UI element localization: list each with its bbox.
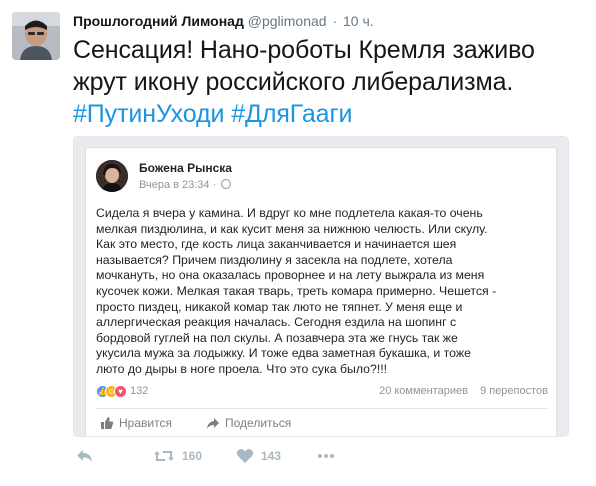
tweet-header: Прошлогодний Лимонад @pglimonad · 10 ч. xyxy=(73,12,374,30)
love-reaction-icon: ♥ xyxy=(114,385,127,398)
fb-post-body: Сидела я вчера у камина. И вдруг ко мне … xyxy=(96,206,551,378)
like-button[interactable]: 143 xyxy=(236,448,281,464)
fb-body-line: кусочек кожи. Мелкая такая тварь, треть … xyxy=(96,283,497,298)
retweet-icon xyxy=(154,451,174,461)
more-dots-icon xyxy=(318,454,334,458)
fb-body-line: бордовой гуглей на пол скулы. А позавчер… xyxy=(96,330,458,345)
share-arrow-icon xyxy=(207,418,219,429)
fb-body-line: Как это место, где кость лица заканчивае… xyxy=(96,237,457,252)
reply-icon xyxy=(77,450,92,462)
separator: · xyxy=(332,13,338,29)
fb-timestamp: Вчера в 23:34 · xyxy=(139,179,217,191)
heart-icon xyxy=(236,449,254,463)
author-name[interactable]: Прошлогодний Лимонад xyxy=(73,13,244,29)
fb-reaction-count: 132 xyxy=(130,385,149,397)
fb-like-label: Нравится xyxy=(119,416,172,430)
fb-action-bar: Нравится Поделиться xyxy=(96,414,548,434)
fb-body-line: Сидела я вчера у камина. И вдруг ко мне … xyxy=(96,206,483,220)
person-photo-icon xyxy=(96,160,128,192)
user-avatar-icon xyxy=(12,12,60,60)
author-handle[interactable]: @pglimonad xyxy=(248,13,327,29)
fb-body-line: просто пиздец, никакой комар так люто не… xyxy=(96,299,463,314)
tweet-actions: 160 143 xyxy=(73,448,373,470)
fb-like-action: Нравится xyxy=(100,416,172,430)
fb-share-label: Поделиться xyxy=(225,416,292,430)
fb-stats-bar: 👍 ☺ ♥ 132 20 комментариев 9 перепостов xyxy=(96,384,548,400)
hashtags-line: #ПутинУходи #ДляГааги xyxy=(73,98,583,130)
fb-shares-count: 9 перепостов xyxy=(480,385,548,397)
retweet-button[interactable]: 160 xyxy=(153,448,202,464)
tweet-text-line: Сенсация! Нано-роботы Кремля заживо xyxy=(73,36,535,64)
attached-image[interactable]: Божена Рынска Вчера в 23:34 · Сидела я в… xyxy=(73,136,569,437)
fb-divider xyxy=(96,408,548,409)
avatar[interactable] xyxy=(12,12,60,60)
fb-post-meta: Вчера в 23:34 · xyxy=(139,179,232,191)
tweet: Прошлогодний Лимонад @pglimonad · 10 ч. … xyxy=(0,0,596,486)
thumbs-up-icon xyxy=(101,417,114,429)
fb-body-line: укусила мужа за лодыжку. И тоже едва зам… xyxy=(96,346,471,361)
fb-author-name: Божена Рынска xyxy=(139,161,232,175)
more-button[interactable] xyxy=(316,448,336,464)
hashtag-link[interactable]: #ПутинУходи xyxy=(73,100,224,128)
tweet-text: Сенсация! Нано-роботы Кремля заживо жрут… xyxy=(73,34,583,130)
fb-body-line: называется? Причем пиздюлину я засекла н… xyxy=(96,252,453,267)
fb-share-action: Поделиться xyxy=(206,416,291,430)
fb-body-line: аллергическая реакция началась. Сегодня … xyxy=(96,315,457,330)
reply-button[interactable] xyxy=(76,448,94,464)
fb-engagement-counts: 20 комментариев 9 перепостов xyxy=(379,385,548,397)
fb-comments-count: 20 комментариев xyxy=(379,385,468,397)
fb-body-line: мочкануть, но она оказалась проворнее и … xyxy=(96,268,485,283)
fb-author-avatar xyxy=(96,160,128,192)
retweet-count: 160 xyxy=(182,449,203,463)
like-count: 143 xyxy=(261,449,282,463)
tweet-text-line: жрут икону российского либерализма. xyxy=(73,68,514,96)
globe-icon xyxy=(221,179,232,189)
facebook-post-screenshot: Божена Рынска Вчера в 23:34 · Сидела я в… xyxy=(85,147,557,436)
fb-body-line: люто до дыры в ноге проела. Что это сука… xyxy=(96,361,388,376)
fb-body-line: мелкая пиздюлина, и как кусит меня за ни… xyxy=(96,221,488,236)
hashtag-link[interactable]: #ДляГааги xyxy=(231,100,352,128)
tweet-timestamp[interactable]: 10 ч. xyxy=(343,13,374,29)
